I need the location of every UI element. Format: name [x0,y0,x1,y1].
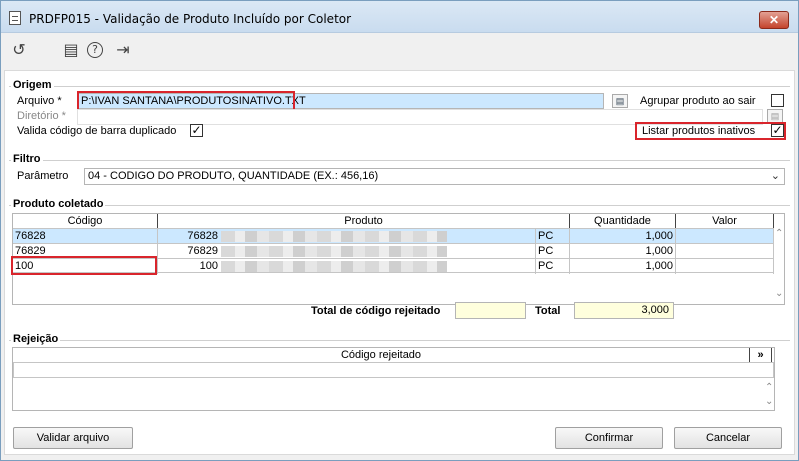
title-bar: PRDFP015 - Validação de Produto Incluído… [1,1,798,33]
browse-dir-button[interactable]: ▤ [767,109,783,123]
header-quantidade[interactable]: Quantidade [570,214,676,228]
produto-label: Produto coletado [11,198,106,210]
cell-quantidade: 1,000 [570,244,676,259]
cell-prod-code: 100 [199,260,218,272]
refresh-icon[interactable]: ↺ [9,40,29,60]
cell-valor [676,259,774,274]
form-body: Origem Arquivo * P:\IVAN SANTANA\PRODUTO… [4,70,795,455]
table-row[interactable]: 76828 76828 PC 1,000 [13,228,774,244]
cell-prod-code: 76829 [187,245,218,257]
total-label: Total [535,305,561,317]
cancelar-button[interactable]: Cancelar [674,427,782,449]
highlight-listar [635,122,786,140]
redacted-description [221,261,447,272]
cell-unid: PC [535,259,570,274]
rejeicao-grid: Código rejeitado » ⌃ ⌄ [12,347,775,411]
cell-prod-code: 76828 [187,230,218,242]
cell-quantidade: 1,000 [570,259,676,274]
agrupar-label: Agrupar produto ao sair [640,95,756,107]
valida-label: Valida código de barra duplicado [17,125,177,137]
diretorio-label: Diretório * [17,110,66,122]
highlight-row-100 [11,256,157,275]
confirmar-button[interactable]: Confirmar [555,427,663,449]
total-rejeitado-label: Total de código rejeitado [311,305,441,317]
toolbar: ↺ ▤ ? ⇥ [1,34,798,66]
main-window: PRDFP015 - Validação de Produto Incluído… [0,0,799,461]
valida-checkbox[interactable]: ✓ [190,124,203,137]
scroll-up-icon[interactable]: ⌃ [775,228,783,239]
chevron-down-icon: ⌄ [770,169,780,182]
cell-codigo: 76828 [13,229,158,244]
rejeicao-empty-row[interactable] [13,362,774,378]
redacted-description [221,231,447,242]
parametro-select[interactable]: 04 - CODIGO DO PRODUTO, QUANTIDADE (EX.:… [84,168,785,185]
calendar-icon[interactable]: ▤ [61,40,81,60]
header-codigo[interactable]: Código [13,214,158,228]
origem-label: Origem [11,79,54,91]
scroll-down-icon[interactable]: ⌄ [775,288,783,299]
arquivo-label: Arquivo * [17,95,62,107]
agrupar-checkbox[interactable] [771,94,784,107]
cell-valor [676,244,774,259]
help-icon[interactable]: ? [87,42,103,58]
window-title: PRDFP015 - Validação de Produto Incluído… [29,12,352,26]
header-codigo-rejeitado[interactable]: Código rejeitado [13,348,750,362]
close-button[interactable]: ✕ [759,11,789,29]
cell-unid: PC [535,244,570,259]
scroll-up-icon[interactable]: ⌃ [765,382,773,393]
rejeicao-label: Rejeição [11,333,61,345]
cell-unid: PC [535,229,570,244]
header-produto[interactable]: Produto [158,214,570,228]
validar-arquivo-button[interactable]: Validar arquivo [13,427,133,449]
filtro-label: Filtro [11,153,43,165]
header-valor[interactable]: Valor [676,214,774,228]
redacted-description [221,246,447,257]
parametro-label: Parâmetro [17,170,69,182]
browse-file-button[interactable]: ▤ [612,94,628,108]
expand-button[interactable]: » [750,348,772,362]
total-rejeitado-field [455,302,526,319]
parametro-value: 04 - CODIGO DO PRODUTO, QUANTIDADE (EX.:… [88,170,379,182]
cell-quantidade: 1,000 [570,229,676,244]
scroll-down-icon[interactable]: ⌄ [765,396,773,407]
cell-valor [676,229,774,244]
exit-icon[interactable]: ⇥ [113,40,133,60]
total-field: 3,000 [574,302,674,319]
highlight-arquivo [77,91,295,111]
app-icon [9,11,21,25]
